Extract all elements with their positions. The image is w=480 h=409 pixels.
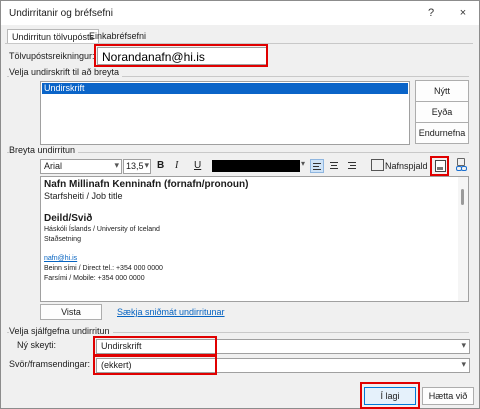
rename-signature-button[interactable]: Endurnefna [415, 122, 469, 144]
templates-link[interactable]: Sækja sniðmát undirritunar [117, 307, 225, 317]
signature-name: Nafn Millinafn Kenninafn (fornafn/pronou… [44, 179, 249, 190]
signature-department: Deild/Svið [44, 213, 93, 224]
edit-group-title: Breyta undirritun [9, 145, 79, 155]
chevron-down-icon[interactable]: ▾ [301, 159, 305, 168]
signature-mobile-phone: Farsími / Mobile: +354 000 0000 [44, 275, 145, 282]
ok-highlight [360, 382, 420, 409]
chevron-down-icon: ▾ [461, 359, 466, 369]
bold-button[interactable]: B [157, 160, 164, 174]
chevron-down-icon: ▾ [461, 340, 466, 350]
title-bar: Undirritanir og bréfsefni ? × [1, 1, 479, 25]
font-select[interactable]: Arial ▾ [40, 159, 122, 174]
account-label: Tölvupóstsreikningur: [9, 51, 95, 61]
hyperlink-icon[interactable] [455, 158, 467, 172]
signature-location: Staðsetning [44, 236, 81, 243]
font-color-swatch[interactable] [212, 160, 300, 172]
new-messages-highlight [93, 336, 217, 356]
signatures-dialog: Undirritanir og bréfsefni ? × Undirritun… [0, 0, 480, 409]
account-highlight [94, 44, 268, 67]
signature-title: Starfsheiti / Job title [44, 191, 123, 201]
editor-scrollbar[interactable] [458, 177, 468, 301]
italic-button[interactable]: I [175, 160, 178, 174]
signature-list[interactable]: Undirskrift [40, 81, 410, 145]
help-button[interactable]: ? [421, 4, 441, 22]
replies-forwards-label: Svör/framsendingar: [9, 359, 91, 369]
list-item[interactable]: Undirskrift [42, 83, 408, 94]
signature-direct-phone: Beinn sími / Direct tel.: +354 000 0000 [44, 265, 163, 272]
close-button[interactable]: × [453, 4, 473, 22]
align-center-icon[interactable] [328, 159, 340, 171]
align-left-icon[interactable] [310, 159, 324, 173]
select-group-title: Velja undirskrift til að breyta [9, 67, 123, 77]
business-card-button[interactable]: Nafnspjald [385, 161, 428, 171]
signature-email[interactable]: nafn@hi.is [44, 255, 454, 262]
tab-personal-stationery[interactable]: Einkabréfsefni [85, 29, 150, 43]
chevron-down-icon: ▾ [114, 160, 119, 170]
cancel-button[interactable]: Hætta við [422, 387, 474, 405]
font-size-select[interactable]: 13,5 ▾ [123, 159, 151, 174]
picture-highlight [430, 156, 449, 176]
align-right-icon[interactable] [346, 159, 358, 171]
window-title: Undirritanir og bréfsefni [9, 8, 113, 19]
delete-signature-button[interactable]: Eyða [415, 101, 469, 123]
signature-university: Háskóli Íslands / University of Iceland [44, 226, 160, 233]
defaults-group-title: Velja sjálfgefna undirritun [9, 326, 113, 336]
new-signature-button[interactable]: Nýtt [415, 80, 469, 102]
underline-button[interactable]: U [194, 160, 201, 174]
replies-forwards-highlight [93, 355, 217, 375]
business-card-icon [371, 159, 384, 171]
new-messages-label: Ný skeyti: [17, 340, 57, 350]
save-button[interactable]: Vista [40, 304, 102, 320]
chevron-down-icon: ▾ [144, 160, 149, 170]
scrollbar-thumb[interactable] [461, 189, 464, 205]
signature-editor[interactable]: Nafn Millinafn Kenninafn (fornafn/pronou… [40, 176, 469, 302]
